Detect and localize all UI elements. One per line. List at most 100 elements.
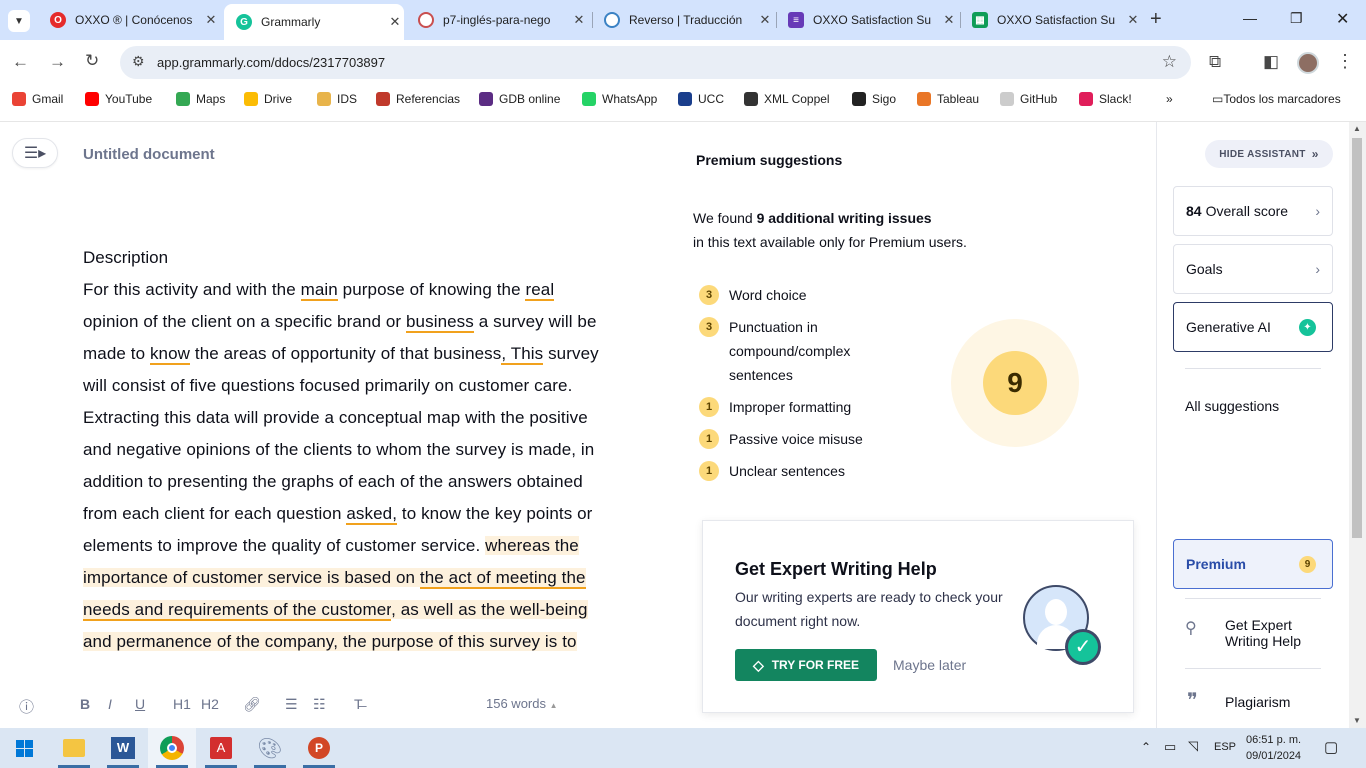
bookmark-ids[interactable]: IDS <box>317 92 357 106</box>
folder-icon <box>63 739 85 757</box>
tab-forms[interactable]: ≡ OXXO Satisfaction Su ✕ <box>778 0 958 40</box>
divider <box>1185 668 1321 669</box>
bookmark-label: WhatsApp <box>602 92 658 106</box>
close-icon[interactable]: ✕ <box>570 12 588 28</box>
close-icon[interactable]: ✕ <box>386 14 404 30</box>
minimize-icon[interactable]: — <box>1243 10 1257 26</box>
bookmark-favicon-icon <box>582 92 596 106</box>
all-bookmarks-folder[interactable]: ▭ Todos los marcadores <box>1212 92 1341 106</box>
close-icon[interactable]: ✕ <box>202 12 220 28</box>
close-icon[interactable]: ✕ <box>756 12 774 28</box>
plagiarism-link[interactable]: Plagiarism <box>1225 694 1290 710</box>
heading2-icon[interactable]: H2 <box>201 696 219 712</box>
heading1-icon[interactable]: H1 <box>173 696 191 712</box>
bullet-list-icon[interactable]: ☷ <box>313 696 326 713</box>
flagged-word: know <box>149 344 191 365</box>
window-close-icon[interactable]: ✕ <box>1336 9 1349 29</box>
clear-formatting-icon[interactable]: T̶ <box>354 696 363 712</box>
bookmark-favicon-icon <box>479 92 493 106</box>
new-tab-icon[interactable]: + <box>1150 8 1162 31</box>
tab-document[interactable]: p7-inglés-para-nego ✕ <box>408 0 588 40</box>
chrome-app[interactable] <box>148 728 196 768</box>
tab-grammarly[interactable]: G Grammarly ✕ <box>224 4 404 40</box>
issue-label: Passive voice misuse <box>729 431 863 447</box>
side-panel-icon[interactable]: ◧ <box>1263 52 1279 72</box>
bookmark-referencias[interactable]: Referencias <box>376 92 460 106</box>
scroll-up-icon[interactable]: ▲ <box>1353 124 1361 133</box>
bookmarks-overflow-icon[interactable]: » <box>1166 92 1173 106</box>
back-icon[interactable]: ← <box>12 52 29 72</box>
address-bar[interactable]: ⚙ app.grammarly.com/ddocs/2317703897 ☆ <box>120 46 1191 79</box>
bookmark-xml-coppel[interactable]: XML Coppel <box>744 92 830 106</box>
underline-icon[interactable]: U <box>135 696 145 712</box>
tab-search-button[interactable]: ▼ <box>8 10 30 32</box>
powerpoint-app[interactable]: P <box>295 728 343 768</box>
bookmark-favicon-icon <box>917 92 931 106</box>
language-indicator[interactable]: ESP <box>1214 741 1236 753</box>
bookmark-gdb-online[interactable]: GDB online <box>479 92 560 106</box>
tab-title: OXXO ® | Conócenos <box>75 13 193 27</box>
close-icon[interactable]: ✕ <box>940 12 958 28</box>
get-expert-help-link[interactable]: Get Expert Writing Help <box>1225 617 1325 649</box>
tab-sheets[interactable]: ▦ OXXO Satisfaction Su ✕ <box>962 0 1142 40</box>
generative-ai-card[interactable]: Generative AI ✦ <box>1173 302 1333 352</box>
bookmark-slack-[interactable]: Slack! <box>1079 92 1132 106</box>
bookmark-tableau[interactable]: Tableau <box>917 92 979 106</box>
page-scrollbar[interactable]: ▲ ▼ <box>1349 122 1366 729</box>
network-icon[interactable]: ◹ <box>1188 738 1198 754</box>
tray-overflow-icon[interactable]: ⌃ <box>1141 740 1151 754</box>
profile-avatar[interactable] <box>1297 52 1319 74</box>
url-text: app.grammarly.com/ddocs/2317703897 <box>157 55 386 70</box>
site-info-icon[interactable]: ⚙ <box>132 53 145 70</box>
bookmark-star-icon[interactable]: ☆ <box>1162 52 1177 72</box>
bookmark-drive[interactable]: Drive <box>244 92 292 106</box>
scroll-down-icon[interactable]: ▼ <box>1353 716 1361 725</box>
hide-assistant-button[interactable]: HIDE ASSISTANT » <box>1205 140 1333 168</box>
goals-card[interactable]: Goals › <box>1173 244 1333 294</box>
divider <box>1185 598 1321 599</box>
bookmark-whatsapp[interactable]: WhatsApp <box>582 92 657 106</box>
help-icon[interactable]: ⓘ <box>19 696 34 717</box>
bookmark-youtube[interactable]: YouTube <box>85 92 152 106</box>
file-explorer-app[interactable] <box>50 728 98 768</box>
clock[interactable]: 06:51 p. m. 09/01/2024 <box>1246 732 1301 764</box>
all-suggestions-link[interactable]: All suggestions <box>1185 398 1279 414</box>
forward-icon[interactable]: → <box>49 52 66 72</box>
assistant-sidebar: HIDE ASSISTANT » 84 Overall score › Goals … <box>1156 122 1349 729</box>
word-app[interactable]: W <box>99 728 147 768</box>
word-count[interactable]: 156 words ▲ <box>486 696 558 711</box>
acrobat-app[interactable]: A <box>197 728 245 768</box>
document-heading[interactable]: Description <box>83 248 168 268</box>
maybe-later-link[interactable]: Maybe later <box>893 657 966 673</box>
paint-app[interactable]: 🎨︎ <box>246 728 294 768</box>
browser-toolbar: ← → ↻ ⚙ app.grammarly.com/ddocs/23177038… <box>0 40 1366 86</box>
tab-reverso[interactable]: Reverso | Traducción ✕ <box>594 0 774 40</box>
bookmark-github[interactable]: GitHub <box>1000 92 1057 106</box>
bookmark-maps[interactable]: Maps <box>176 92 225 106</box>
reload-icon[interactable]: ↻ <box>85 51 99 71</box>
scrollbar-thumb[interactable] <box>1352 138 1362 538</box>
italic-icon[interactable]: I <box>108 696 112 712</box>
try-for-free-button[interactable]: ◇ TRY FOR FREE <box>735 649 877 681</box>
bookmark-sigo[interactable]: Sigo <box>852 92 896 106</box>
restore-icon[interactable]: ❐ <box>1290 10 1303 27</box>
document-body[interactable]: For this activity and with the main purp… <box>83 274 613 680</box>
notifications-icon[interactable]: ▢ <box>1324 738 1338 756</box>
premium-card[interactable]: Premium 9 <box>1173 539 1333 589</box>
link-icon[interactable]: 🔗︎ <box>243 696 261 713</box>
chevron-right-icon: › <box>1315 261 1320 277</box>
tab-oxxo[interactable]: O OXXO ® | Conócenos ✕ <box>40 0 220 40</box>
expert-help-card: Get Expert Writing Help Our writing expe… <box>702 520 1134 713</box>
more-menu-icon[interactable]: ⋮ <box>1336 51 1354 72</box>
extensions-icon[interactable]: ⧉ <box>1209 52 1221 72</box>
battery-icon[interactable]: ▭ <box>1164 739 1176 755</box>
bookmark-gmail[interactable]: Gmail <box>12 92 63 106</box>
bold-icon[interactable]: B <box>80 696 90 712</box>
overall-score-card[interactable]: 84 Overall score › <box>1173 186 1333 236</box>
menu-button[interactable]: ☰▸ <box>12 138 58 168</box>
numbered-list-icon[interactable]: ☰ <box>285 696 298 713</box>
document-title[interactable]: Untitled document <box>83 146 215 163</box>
start-button[interactable] <box>0 728 48 768</box>
bookmark-ucc[interactable]: UCC <box>678 92 724 106</box>
close-icon[interactable]: ✕ <box>1124 12 1142 28</box>
